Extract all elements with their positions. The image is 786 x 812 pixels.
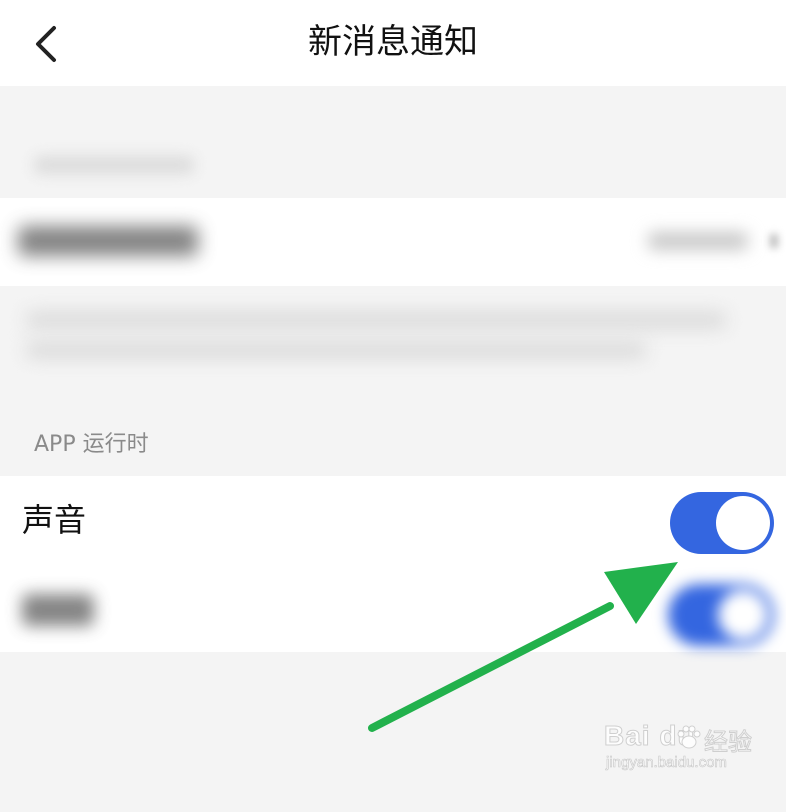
blurred-row-label [22,594,94,626]
watermark-url: jingyan.baidu.com [606,754,728,772]
blurred-section [0,86,786,426]
paw-icon [677,725,701,749]
blurred-setting-value [648,232,748,250]
baidu-watermark: Bai du 经验 jingyan.baidu.com [604,720,754,780]
chevron-right-icon [770,234,778,248]
section-header: APP 运行时 [34,432,149,457]
blurred-toggle[interactable] [668,584,774,646]
blurred-section-header [34,156,194,174]
blurred-description [26,312,726,328]
nav-bar: 新消息通知 [0,0,786,86]
blurred-row [0,564,786,652]
toggle-knob [716,496,770,550]
sound-label: 声音 [22,501,87,539]
toggle-knob [718,590,768,640]
blurred-description [26,342,646,358]
watermark-brand-cn: 经验 [704,728,753,757]
page-title: 新消息通知 [308,22,478,62]
sound-toggle[interactable] [670,492,774,554]
blurred-setting-row[interactable] [0,198,786,286]
blurred-setting-label [18,226,198,256]
sound-row: 声音 [0,476,786,564]
